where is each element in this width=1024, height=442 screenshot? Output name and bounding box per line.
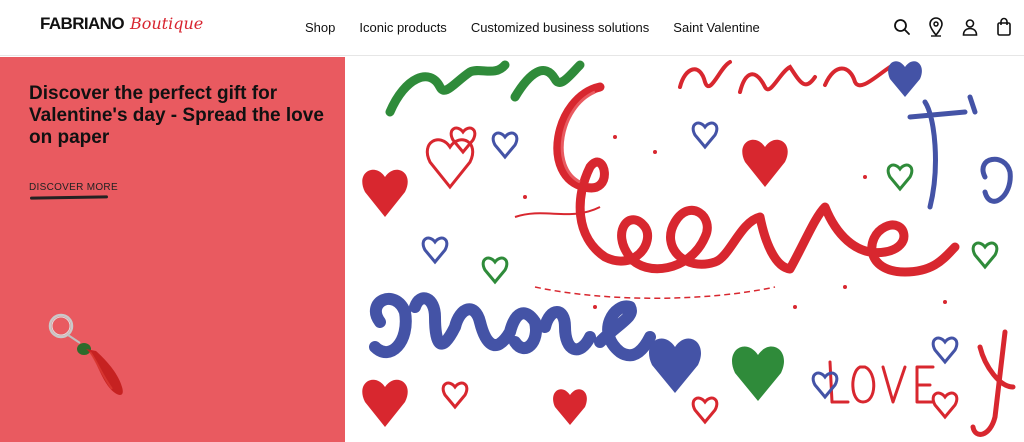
logo-wordmark: FABRIANO — [40, 14, 125, 33]
location-pin-icon[interactable] — [926, 16, 946, 38]
header-icons — [892, 16, 1014, 38]
user-icon[interactable] — [960, 16, 980, 38]
chili-pepper-keychain-image — [40, 305, 140, 420]
nav-customized-business-solutions[interactable]: Customized business solutions — [471, 20, 649, 35]
main-navigation: Shop Iconic products Customized business… — [305, 20, 760, 35]
cta-underline — [29, 195, 109, 200]
nav-saint-valentine[interactable]: Saint Valentine — [673, 20, 760, 35]
hero-headline: Discover the perfect gift for Valentine'… — [29, 83, 324, 148]
discover-more-link[interactable]: DISCOVER MORE — [29, 182, 118, 193]
shopping-bag-icon[interactable] — [994, 16, 1014, 38]
hero-text-panel: Discover the perfect gift for Valentine'… — [0, 57, 345, 442]
site-header: FABRIANO Boutique Shop Iconic products C… — [0, 0, 1024, 56]
logo-subtitle: Boutique — [129, 14, 204, 33]
nav-shop[interactable]: Shop — [305, 20, 335, 35]
valentine-illustration — [345, 57, 1024, 442]
fabriano-boutique-logo[interactable]: FABRIANO Boutique — [40, 14, 203, 42]
nav-iconic-products[interactable]: Iconic products — [359, 20, 446, 35]
search-icon[interactable] — [892, 16, 912, 38]
